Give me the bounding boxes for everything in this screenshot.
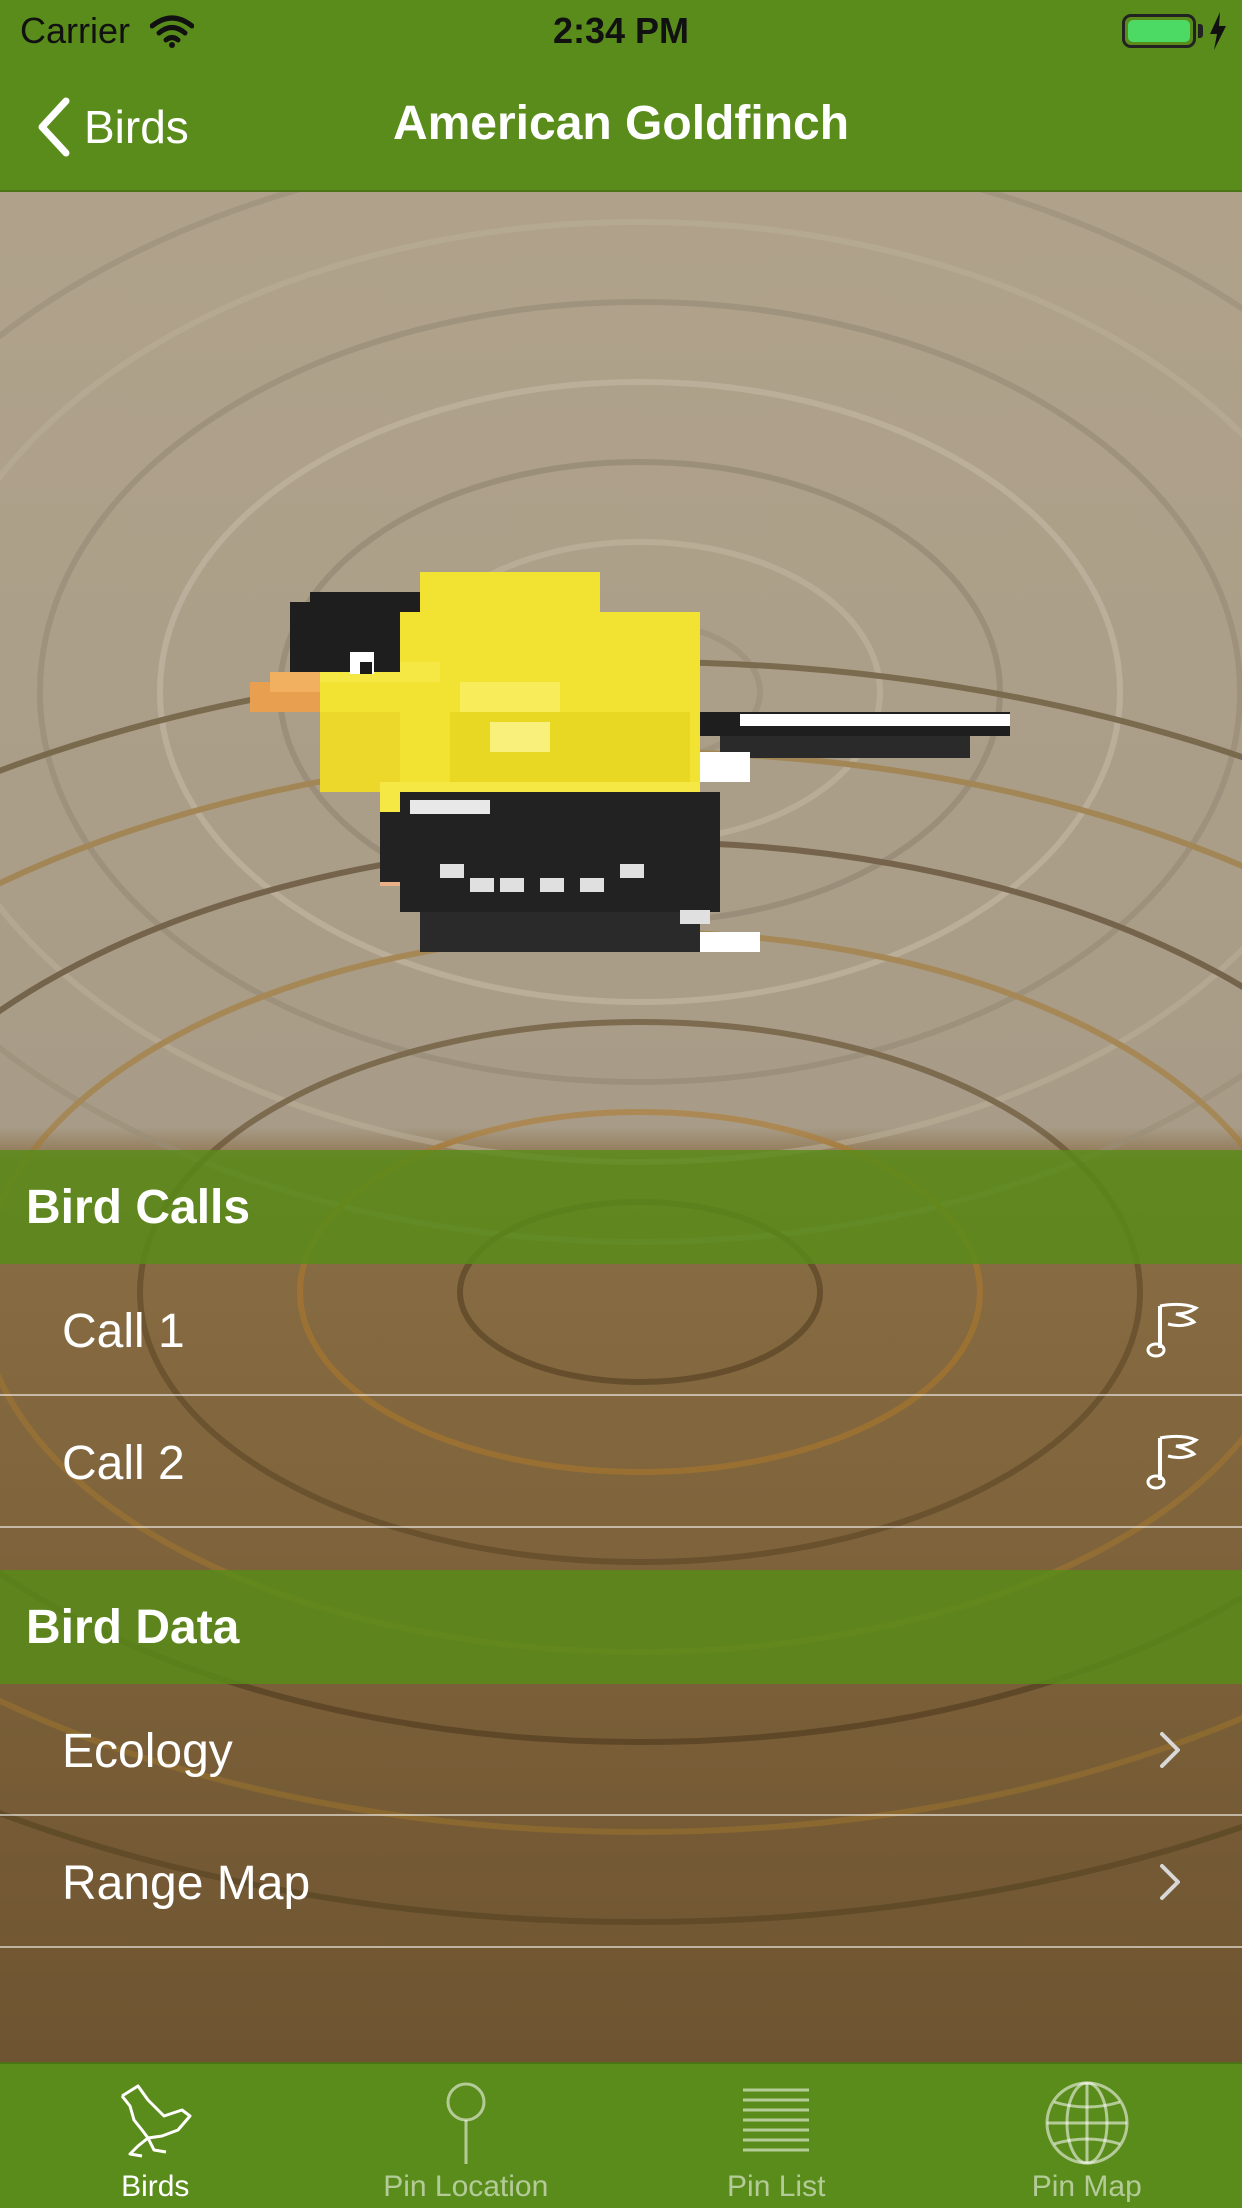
tab-label: Pin List <box>727 2170 826 2203</box>
globe-icon <box>1045 2081 1129 2165</box>
navigation-bar: Birds American Goldfinch <box>0 62 1242 192</box>
tab-label: Pin Map <box>1031 2170 1142 2203</box>
section-header-bird-data: Bird Data <box>0 1570 1242 1684</box>
battery-tip <box>1198 24 1203 38</box>
list-item-call-1[interactable]: Call 1 <box>0 1264 1242 1396</box>
row-label: Call 1 <box>62 1305 185 1358</box>
status-bar: Carrier 2:34 PM <box>0 0 1242 62</box>
list-item-ecology[interactable]: Ecology <box>0 1684 1242 1816</box>
tab-label: Birds <box>121 2170 190 2203</box>
tab-pin-map[interactable]: Pin Map <box>932 2064 1242 2208</box>
list-icon <box>743 2088 810 2152</box>
music-note-icon <box>1146 1434 1199 1490</box>
row-label: Range Map <box>62 1857 311 1910</box>
row-label: Ecology <box>62 1725 233 1778</box>
music-note-icon <box>1146 1302 1199 1358</box>
chevron-right-icon <box>1160 1864 1180 1900</box>
charging-bolt-icon <box>1210 12 1226 50</box>
tab-label: Pin Location <box>383 2170 549 2203</box>
status-time: 2:34 PM <box>552 10 690 51</box>
row-label: Call 2 <box>62 1437 185 1490</box>
battery-fill <box>1128 20 1190 42</box>
tab-birds[interactable]: Birds <box>0 2064 311 2208</box>
tab-pin-location[interactable]: Pin Location <box>311 2064 622 2208</box>
tab-pin-list[interactable]: Pin List <box>621 2064 932 2208</box>
page-title: American Goldfinch <box>392 97 850 150</box>
section-header-bird-calls: Bird Calls <box>0 1150 1242 1264</box>
tab-bar: Birds Pin Location Pin List Pin Map <box>0 2062 1242 2208</box>
list-item-range-map[interactable]: Range Map <box>0 1816 1242 1948</box>
battery-icon <box>1122 14 1196 48</box>
list-item-call-2[interactable]: Call 2 <box>0 1396 1242 1528</box>
pin-icon <box>446 2082 486 2164</box>
goldfinch-illustration <box>250 572 1010 952</box>
bird-icon <box>121 2084 192 2158</box>
section-header-label: Bird Data <box>26 1601 240 1654</box>
bird-detail-content[interactable]: Bird Calls Call 1 Call 2 Bird Data Ecolo… <box>0 192 1242 2062</box>
section-header-label: Bird Calls <box>26 1181 251 1234</box>
chevron-right-icon <box>1160 1732 1180 1768</box>
